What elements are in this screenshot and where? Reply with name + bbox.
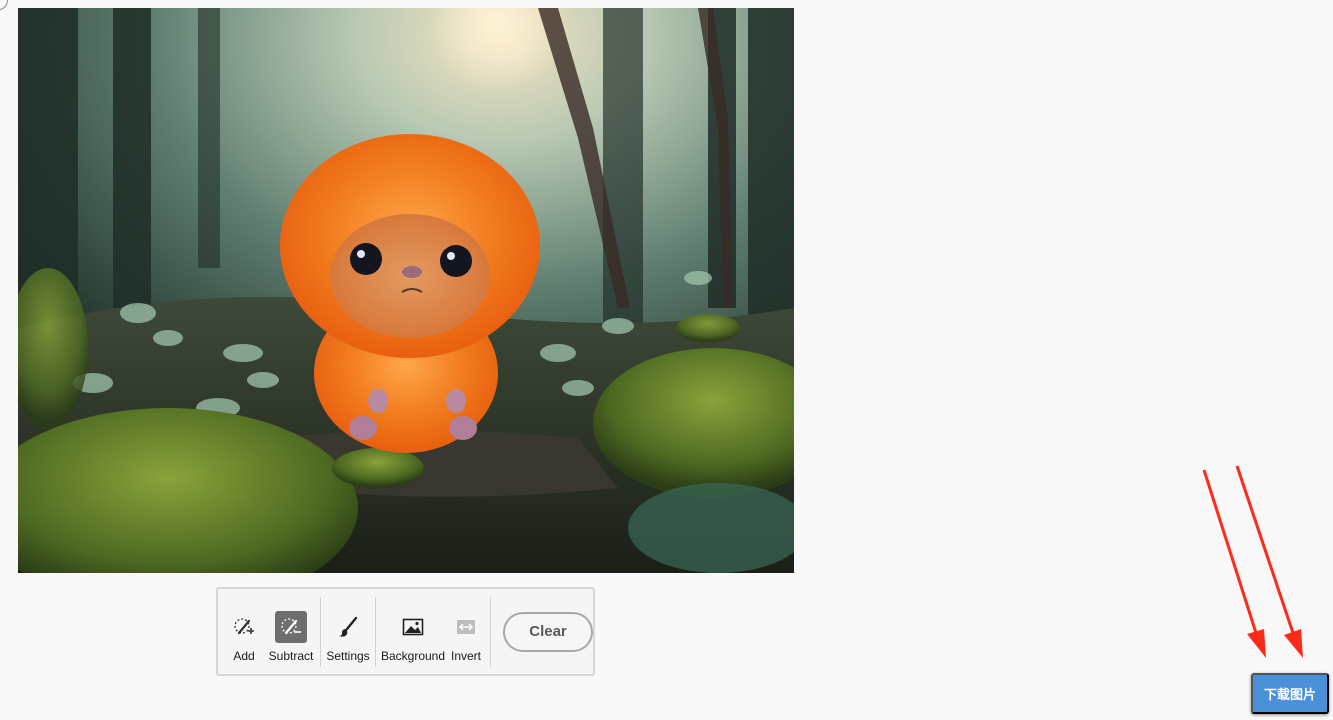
tool-subtract[interactable]: Subtract	[266, 599, 316, 665]
corner-decoration	[0, 0, 8, 10]
tool-invert[interactable]: Invert	[446, 599, 486, 665]
tool-settings-label: Settings	[326, 648, 370, 663]
red-arrow-right	[1235, 465, 1303, 658]
image-icon	[397, 611, 429, 643]
edit-canvas-image[interactable]	[18, 8, 794, 573]
tool-background-label: Background	[380, 648, 446, 663]
selection-toolbar: Add Subtract Settings Background Invert …	[216, 587, 595, 676]
forest-creature-picture	[18, 8, 794, 573]
toolbar-divider	[320, 596, 321, 667]
lasso-add-icon	[228, 611, 260, 643]
brush-icon	[332, 611, 364, 643]
clear-button[interactable]: Clear	[503, 611, 593, 652]
tool-add-label: Add	[233, 648, 255, 663]
toolbar-divider	[490, 596, 491, 667]
tool-settings[interactable]: Settings	[325, 599, 371, 665]
toolbar-divider	[375, 596, 376, 667]
tool-subtract-label: Subtract	[268, 648, 314, 663]
lasso-subtract-icon	[275, 610, 307, 643]
download-image-button[interactable]: 下载图片	[1251, 673, 1329, 714]
tool-invert-label: Invert	[450, 648, 481, 663]
red-arrow-left	[1202, 469, 1266, 658]
tool-background[interactable]: Background	[380, 599, 446, 665]
editor-stage: Add Subtract Settings Background Invert …	[0, 0, 1333, 720]
invert-icon	[450, 611, 482, 643]
tool-add[interactable]: Add	[226, 599, 262, 665]
